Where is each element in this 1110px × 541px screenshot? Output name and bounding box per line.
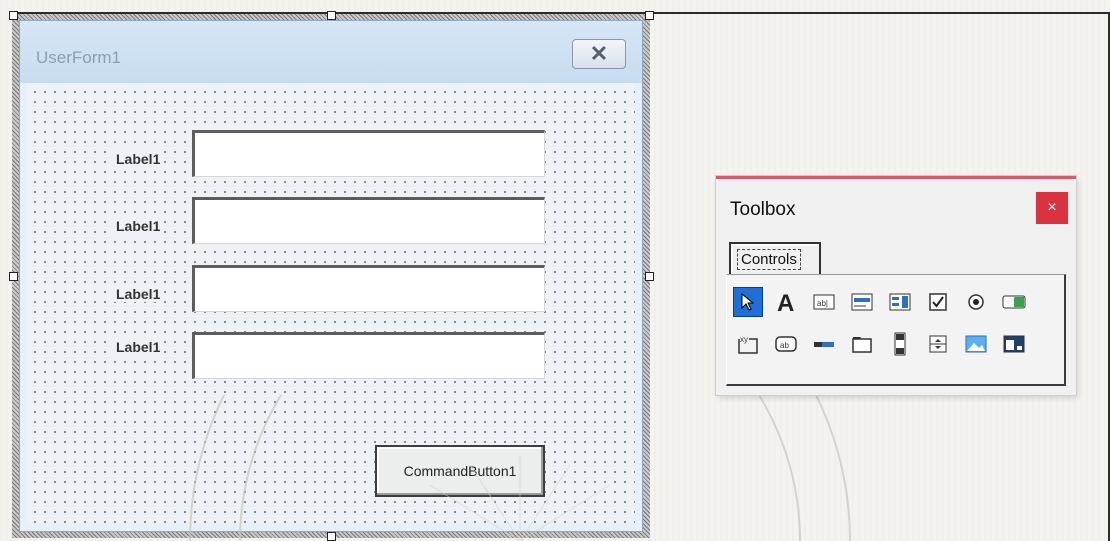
- toolbox-window[interactable]: Toolbox × Controls A ab| xy ab: [716, 176, 1076, 395]
- frame-icon[interactable]: xy: [733, 329, 763, 359]
- resize-handle[interactable]: [645, 272, 654, 281]
- select-objects-icon[interactable]: [733, 287, 763, 317]
- commandbutton-icon[interactable]: ab: [771, 329, 801, 359]
- label-control[interactable]: Label1: [114, 339, 163, 355]
- checkbox-icon[interactable]: [923, 287, 953, 317]
- label-control[interactable]: Label1: [114, 151, 163, 167]
- close-icon[interactable]: ×: [1036, 192, 1068, 224]
- userform-canvas[interactable]: Label1 Label1 Label1 Label1 CommandButto…: [27, 83, 635, 524]
- optionbutton-icon[interactable]: [961, 287, 991, 317]
- tab-controls[interactable]: Controls: [729, 242, 821, 276]
- label-control[interactable]: Label1: [114, 286, 163, 302]
- tab-controls-label: Controls: [737, 249, 801, 270]
- textbox-control[interactable]: [192, 197, 545, 244]
- resize-handle[interactable]: [9, 11, 18, 20]
- image-icon[interactable]: [961, 329, 991, 359]
- spinbutton-icon[interactable]: [923, 329, 953, 359]
- label-icon[interactable]: A: [771, 287, 801, 317]
- close-icon[interactable]: ✕: [572, 39, 626, 69]
- close-glyph: ×: [1047, 199, 1057, 216]
- togglebutton-icon[interactable]: [999, 287, 1029, 317]
- svg-text:ab|: ab|: [817, 299, 828, 308]
- toolbox-title: Toolbox: [730, 199, 796, 220]
- userform-window[interactable]: UserForm1 ✕ Label1 Label1 Label1 Label1 …: [19, 20, 643, 532]
- resize-handle[interactable]: [645, 11, 654, 20]
- tabstrip-icon[interactable]: [809, 329, 839, 359]
- label-control[interactable]: Label1: [114, 218, 163, 234]
- resize-handle[interactable]: [9, 272, 18, 281]
- textbox-control[interactable]: [192, 130, 545, 177]
- userform-titlebar[interactable]: UserForm1 ✕: [20, 21, 642, 83]
- textbox-control[interactable]: [192, 332, 545, 379]
- textbox-icon[interactable]: ab|: [809, 287, 839, 317]
- multipage-icon[interactable]: [847, 329, 877, 359]
- scrollbar-icon[interactable]: [885, 329, 915, 359]
- svg-text:A: A: [777, 290, 794, 314]
- userform-title: UserForm1: [36, 48, 122, 67]
- resize-handle[interactable]: [327, 532, 336, 541]
- close-glyph: ✕: [589, 41, 609, 66]
- toolbox-controls-panel: A ab| xy ab: [726, 274, 1066, 386]
- textbox-control[interactable]: [192, 265, 545, 312]
- listbox-icon[interactable]: [885, 287, 915, 317]
- resize-handle[interactable]: [327, 11, 336, 20]
- combobox-icon[interactable]: [847, 287, 877, 317]
- svg-text:xy: xy: [740, 335, 748, 344]
- command-button-control[interactable]: CommandButton1: [375, 445, 545, 497]
- refedit-icon[interactable]: [999, 329, 1029, 359]
- svg-text:ab: ab: [780, 341, 789, 350]
